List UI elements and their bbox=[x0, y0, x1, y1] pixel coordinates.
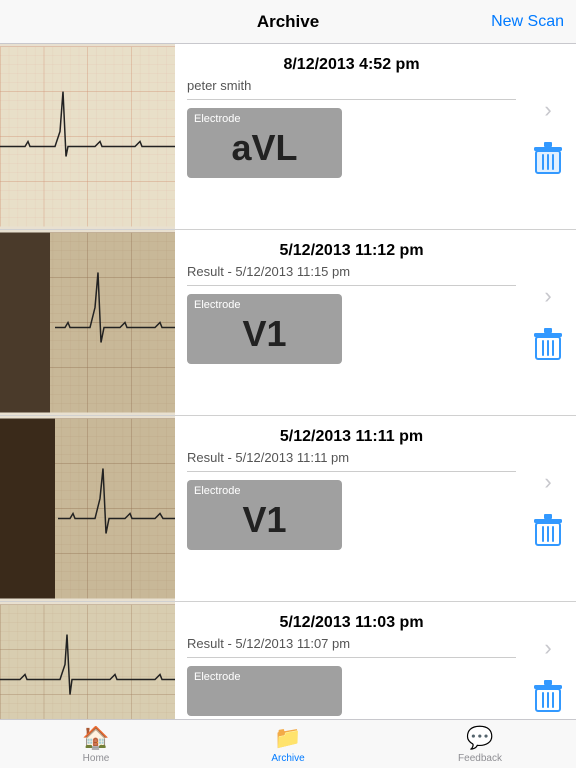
tab-home[interactable]: 🏠 Home bbox=[0, 720, 192, 768]
tab-archive[interactable]: 📁 Archive bbox=[192, 720, 384, 768]
item-thumbnail-4 bbox=[0, 602, 175, 719]
trash-button-4[interactable] bbox=[531, 677, 565, 715]
item-content-4: 5/12/2013 11:03 pm Result - 5/12/2013 11… bbox=[175, 602, 524, 719]
electrode-value-2: V1 bbox=[242, 313, 286, 355]
home-icon: 🏠 bbox=[82, 725, 109, 751]
electrode-box-4: Electrode bbox=[187, 666, 342, 716]
tab-home-label: Home bbox=[83, 753, 110, 764]
electrode-value-1: aVL bbox=[231, 127, 297, 169]
item-content-2: 5/12/2013 11:12 pm Result - 5/12/2013 11… bbox=[175, 230, 524, 415]
item-thumbnail-2 bbox=[0, 230, 175, 415]
chevron-icon-1[interactable]: › bbox=[544, 97, 551, 123]
item-actions-3: › bbox=[524, 416, 576, 601]
electrode-label-4: Electrode bbox=[194, 671, 240, 683]
tab-bar: 🏠 Home 📁 Archive 💬 Feedback bbox=[0, 719, 576, 768]
header-title: Archive bbox=[257, 12, 319, 32]
item-actions-1: › bbox=[524, 44, 576, 229]
feedback-icon: 💬 bbox=[466, 725, 493, 751]
archive-item: 5/12/2013 11:11 pm Result - 5/12/2013 11… bbox=[0, 416, 576, 602]
archive-list: 8/12/2013 4:52 pm peter smith Electrode … bbox=[0, 44, 576, 719]
chevron-icon-4[interactable]: › bbox=[544, 635, 551, 661]
archive-item: 5/12/2013 11:03 pm Result - 5/12/2013 11… bbox=[0, 602, 576, 719]
chevron-icon-3[interactable]: › bbox=[544, 469, 551, 495]
tab-archive-label: Archive bbox=[271, 753, 304, 764]
electrode-label-2: Electrode bbox=[194, 299, 240, 311]
new-scan-button[interactable]: New Scan bbox=[491, 13, 564, 31]
archive-item: 5/12/2013 11:12 pm Result - 5/12/2013 11… bbox=[0, 230, 576, 416]
electrode-box-1: Electrode aVL bbox=[187, 108, 342, 178]
item-sub-4: Result - 5/12/2013 11:07 pm bbox=[187, 636, 516, 658]
item-content-1: 8/12/2013 4:52 pm peter smith Electrode … bbox=[175, 44, 524, 229]
tab-feedback[interactable]: 💬 Feedback bbox=[384, 720, 576, 768]
item-actions-4: › bbox=[524, 602, 576, 719]
electrode-label-3: Electrode bbox=[194, 485, 240, 497]
item-thumbnail-3 bbox=[0, 416, 175, 601]
electrode-label-1: Electrode bbox=[194, 113, 240, 125]
item-actions-2: › bbox=[524, 230, 576, 415]
item-sub-2: Result - 5/12/2013 11:15 pm bbox=[187, 264, 516, 286]
item-sub-3: Result - 5/12/2013 11:11 pm bbox=[187, 450, 516, 472]
header: Archive New Scan bbox=[0, 0, 576, 44]
archive-icon: 📁 bbox=[274, 725, 301, 751]
archive-item: 8/12/2013 4:52 pm peter smith Electrode … bbox=[0, 44, 576, 230]
item-date-3: 5/12/2013 11:11 pm bbox=[187, 428, 516, 446]
trash-button-3[interactable] bbox=[531, 511, 565, 549]
item-date-1: 8/12/2013 4:52 pm bbox=[187, 56, 516, 74]
trash-button-2[interactable] bbox=[531, 325, 565, 363]
item-thumbnail-1 bbox=[0, 44, 175, 229]
item-date-4: 5/12/2013 11:03 pm bbox=[187, 614, 516, 632]
chevron-icon-2[interactable]: › bbox=[544, 283, 551, 309]
trash-button-1[interactable] bbox=[531, 139, 565, 177]
electrode-value-3: V1 bbox=[242, 499, 286, 541]
item-date-2: 5/12/2013 11:12 pm bbox=[187, 242, 516, 260]
electrode-box-2: Electrode V1 bbox=[187, 294, 342, 364]
item-content-3: 5/12/2013 11:11 pm Result - 5/12/2013 11… bbox=[175, 416, 524, 601]
tab-feedback-label: Feedback bbox=[458, 753, 502, 764]
item-sub-1: peter smith bbox=[187, 78, 516, 100]
electrode-box-3: Electrode V1 bbox=[187, 480, 342, 550]
